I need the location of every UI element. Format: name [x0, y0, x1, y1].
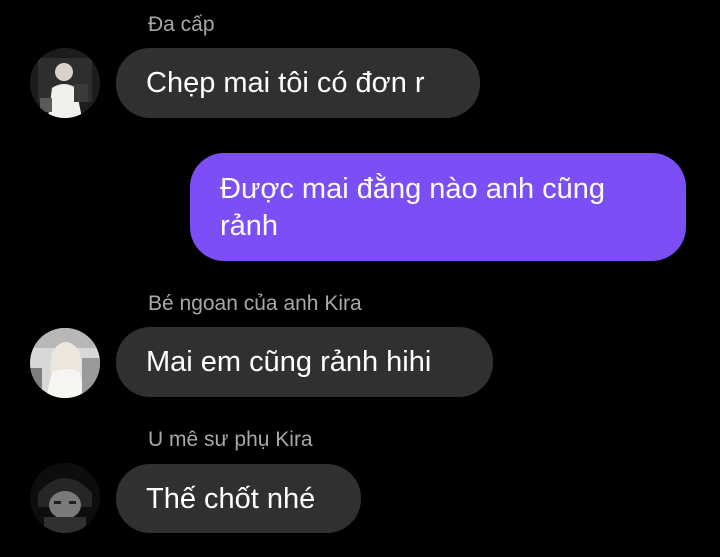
- incoming-message-bubble[interactable]: Mai em cũng rảnh hihi: [116, 327, 493, 397]
- message-text: Thế chốt nhé: [146, 483, 316, 515]
- sender-name: Bé ngoan của anh Kira: [148, 292, 362, 315]
- incoming-message-bubble[interactable]: Chẹp mai tôi có đơn r: [116, 48, 480, 118]
- user-avatar-icon[interactable]: [30, 328, 100, 398]
- user-avatar-icon[interactable]: [30, 463, 100, 533]
- incoming-message-bubble[interactable]: Thế chốt nhé: [116, 464, 361, 533]
- sender-name: Đa cấp: [148, 13, 215, 36]
- outgoing-message-bubble[interactable]: Được mai đằng nào anh cũng rảnh: [190, 153, 686, 261]
- user-avatar-icon[interactable]: [30, 48, 100, 118]
- sender-name: U mê sư phụ Kira: [148, 428, 313, 451]
- message-text: Được mai đằng nào anh cũng rảnh: [220, 173, 606, 242]
- message-text: Mai em cũng rảnh hihi: [146, 346, 432, 378]
- message-text: Chẹp mai tôi có đơn r: [146, 67, 425, 99]
